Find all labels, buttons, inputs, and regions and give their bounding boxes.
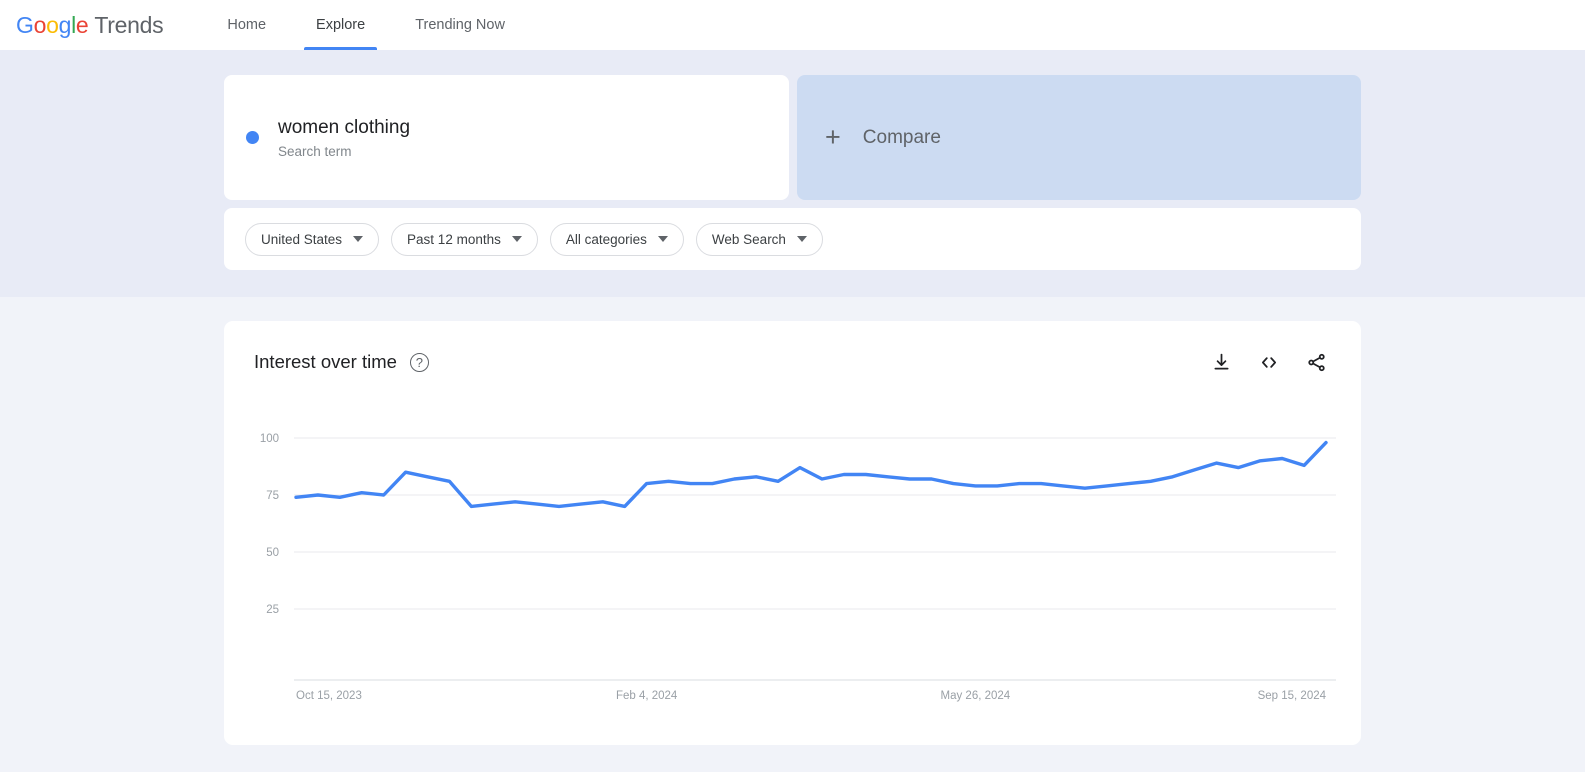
nav-item-home[interactable]: Home [215, 0, 278, 50]
chart-line-series[interactable] [294, 440, 1328, 509]
interest-over-time-line-chart[interactable]: 100 75 50 25 Oct 15, 2023 Feb 4, 2024 May 26,… [224, 416, 1361, 716]
series-color-dot-icon [246, 131, 259, 144]
chart-header: Interest over time ? [224, 321, 1361, 373]
x-axis-tick-label: Feb 4, 2024 [616, 690, 678, 702]
interest-over-time-card: Interest over time ? 100 75 50 25 Oct 15… [224, 321, 1361, 745]
filter-category-dropdown[interactable]: All categories [549, 222, 684, 256]
compare-label: Compare [862, 126, 941, 148]
filter-category-label: All categories [565, 231, 647, 247]
filter-time-range-dropdown[interactable]: Past 12 months [391, 222, 538, 256]
chart-action-icons [1211, 352, 1327, 373]
download-icon[interactable] [1211, 352, 1232, 373]
filter-search-type-dropdown[interactable]: Web Search [695, 222, 823, 256]
chevron-down-icon [796, 236, 807, 242]
y-axis-ticks: 100 75 50 25 [260, 433, 279, 616]
chart-title-row: Interest over time ? [254, 351, 429, 373]
filters-bar: United States Past 12 months All categor… [224, 208, 1361, 270]
filter-location-label: United States [261, 231, 343, 247]
controls-wrapper: women clothing Search term + Compare Uni… [224, 75, 1361, 270]
chart-series-group [294, 440, 1328, 509]
plus-icon: + [825, 122, 841, 152]
y-axis-tick-label: 100 [260, 433, 279, 445]
chevron-down-icon [657, 236, 668, 242]
y-axis-tick-label: 50 [266, 547, 279, 559]
chevron-down-icon [353, 236, 364, 242]
chart-title: Interest over time [254, 351, 397, 372]
y-axis-tick-label: 25 [266, 604, 279, 616]
nav-links: Home Explore Trending Now [215, 0, 543, 50]
top-navigation-bar: Google Trends Home Explore Trending Now [0, 0, 1585, 50]
trends-wordmark: Trends [94, 11, 164, 38]
google-trends-logo[interactable]: Google Trends [16, 11, 164, 39]
x-axis-ticks: Oct 15, 2023 Feb 4, 2024 May 26, 2024 Sep 1… [296, 690, 1327, 702]
nav-item-trending-now[interactable]: Trending Now [403, 0, 517, 50]
search-term-title: women clothing [278, 116, 411, 138]
google-wordmark: Google [16, 11, 89, 38]
share-icon[interactable] [1306, 352, 1327, 373]
filter-search-type-label: Web Search [711, 231, 786, 247]
search-controls-section: women clothing Search term + Compare Uni… [0, 50, 1585, 297]
x-axis-tick-label: Sep 15, 2024 [1258, 690, 1327, 702]
filter-location-dropdown[interactable]: United States [245, 222, 380, 256]
help-circle-icon[interactable]: ? [409, 352, 429, 372]
results-section: Interest over time ? 100 75 50 25 Oct 15… [0, 297, 1585, 745]
x-axis-tick-label: May 26, 2024 [941, 690, 1011, 702]
x-axis-tick-label: Oct 15, 2023 [296, 690, 362, 702]
chart-plot-area: 100 75 50 25 Oct 15, 2023 Feb 4, 2024 May 26,… [224, 416, 1361, 716]
filter-time-range-label: Past 12 months [407, 231, 501, 247]
y-axis-tick-label: 75 [266, 490, 279, 502]
search-term-subtitle: Search term [278, 144, 352, 160]
search-terms-row: women clothing Search term + Compare [224, 75, 1361, 200]
embed-code-icon[interactable] [1258, 352, 1280, 373]
search-term-card[interactable]: women clothing Search term [224, 75, 789, 200]
search-term-text: women clothing Search term [278, 116, 410, 160]
nav-item-explore[interactable]: Explore [304, 0, 378, 50]
chevron-down-icon [511, 236, 522, 242]
add-comparison-button[interactable]: + Compare [797, 75, 1361, 200]
